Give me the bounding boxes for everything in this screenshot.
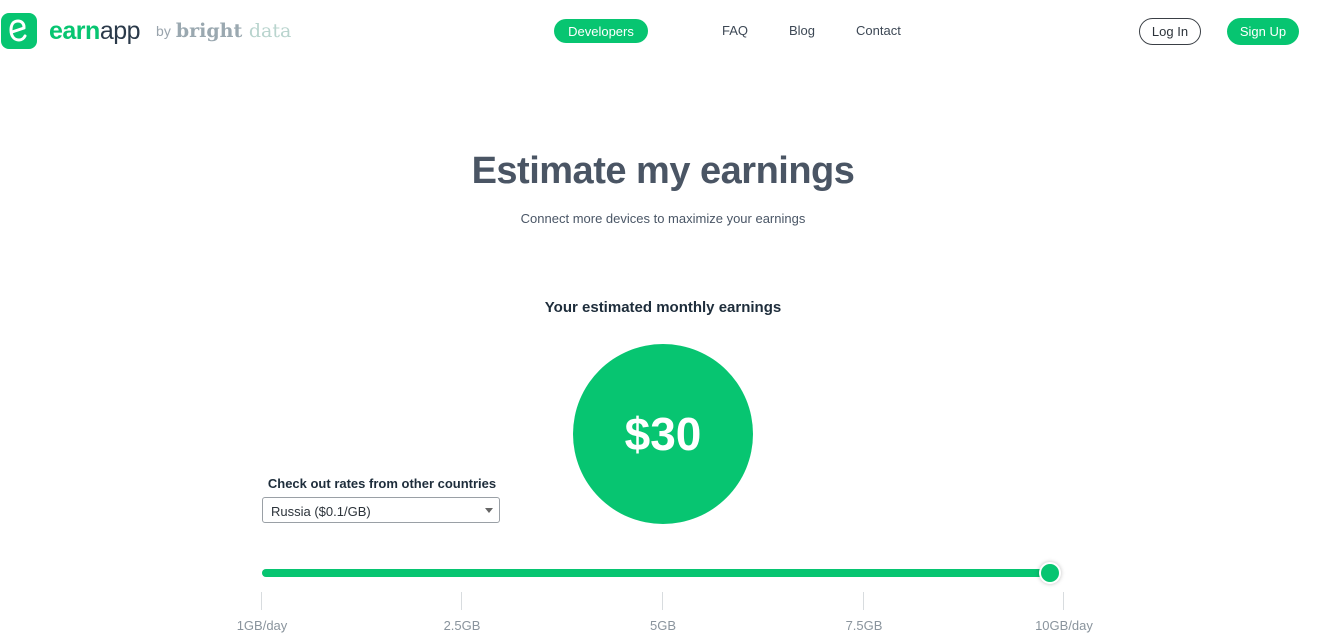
slider-tick bbox=[863, 592, 864, 610]
earnings-amount: $30 bbox=[624, 408, 702, 460]
brand-data: data bbox=[248, 20, 292, 42]
usage-slider-fill bbox=[262, 569, 1051, 577]
usage-slider-track[interactable] bbox=[262, 569, 1058, 577]
brand-bright: bright bbox=[175, 20, 243, 42]
logo-app: app bbox=[99, 17, 141, 45]
tick-label-1gb: 1GB/day bbox=[236, 618, 288, 633]
slider-tick bbox=[261, 592, 262, 610]
slider-tick bbox=[1063, 592, 1064, 610]
estimate-label: Your estimated monthly earnings bbox=[544, 299, 782, 316]
tick-label-7-5gb: 7.5GB bbox=[845, 618, 883, 633]
nav-blog[interactable]: Blog bbox=[789, 23, 815, 38]
signup-button[interactable]: Sign Up bbox=[1227, 18, 1299, 45]
login-button[interactable]: Log In bbox=[1139, 18, 1201, 45]
tick-label-2-5gb: 2.5GB bbox=[443, 618, 481, 633]
page: earnapp by bright data Developers FAQ Bl… bbox=[0, 0, 1326, 638]
slider-tick bbox=[461, 592, 462, 610]
page-subtitle: Connect more devices to maximize your ea… bbox=[520, 211, 806, 226]
nav-contact[interactable]: Contact bbox=[856, 23, 901, 38]
usage-slider-thumb[interactable] bbox=[1039, 562, 1062, 584]
country-label: Check out rates from other countries bbox=[267, 476, 497, 491]
country-select-value: Russia ($0.1/GB) bbox=[271, 504, 371, 519]
page-title: Estimate my earnings bbox=[471, 150, 855, 192]
chevron-down-icon bbox=[485, 508, 493, 513]
country-select[interactable]: Russia ($0.1/GB) bbox=[262, 497, 500, 523]
earnings-circle: $30 bbox=[573, 344, 753, 524]
tick-label-5gb: 5GB bbox=[649, 618, 676, 633]
tick-label-10gb: 10GB/day bbox=[1035, 618, 1093, 633]
nav-faq[interactable]: FAQ bbox=[722, 23, 748, 38]
nav-developers[interactable]: Developers bbox=[554, 19, 648, 43]
by-label: by bbox=[156, 23, 171, 39]
logo-wordmark: earnapp bbox=[49, 13, 141, 49]
logo-earn: earn bbox=[49, 17, 100, 45]
logo[interactable]: earnapp by bright data bbox=[1, 13, 291, 49]
bright-data-logo: bright data bbox=[176, 13, 291, 49]
earnapp-e-icon bbox=[1, 13, 37, 49]
slider-tick bbox=[662, 592, 663, 610]
